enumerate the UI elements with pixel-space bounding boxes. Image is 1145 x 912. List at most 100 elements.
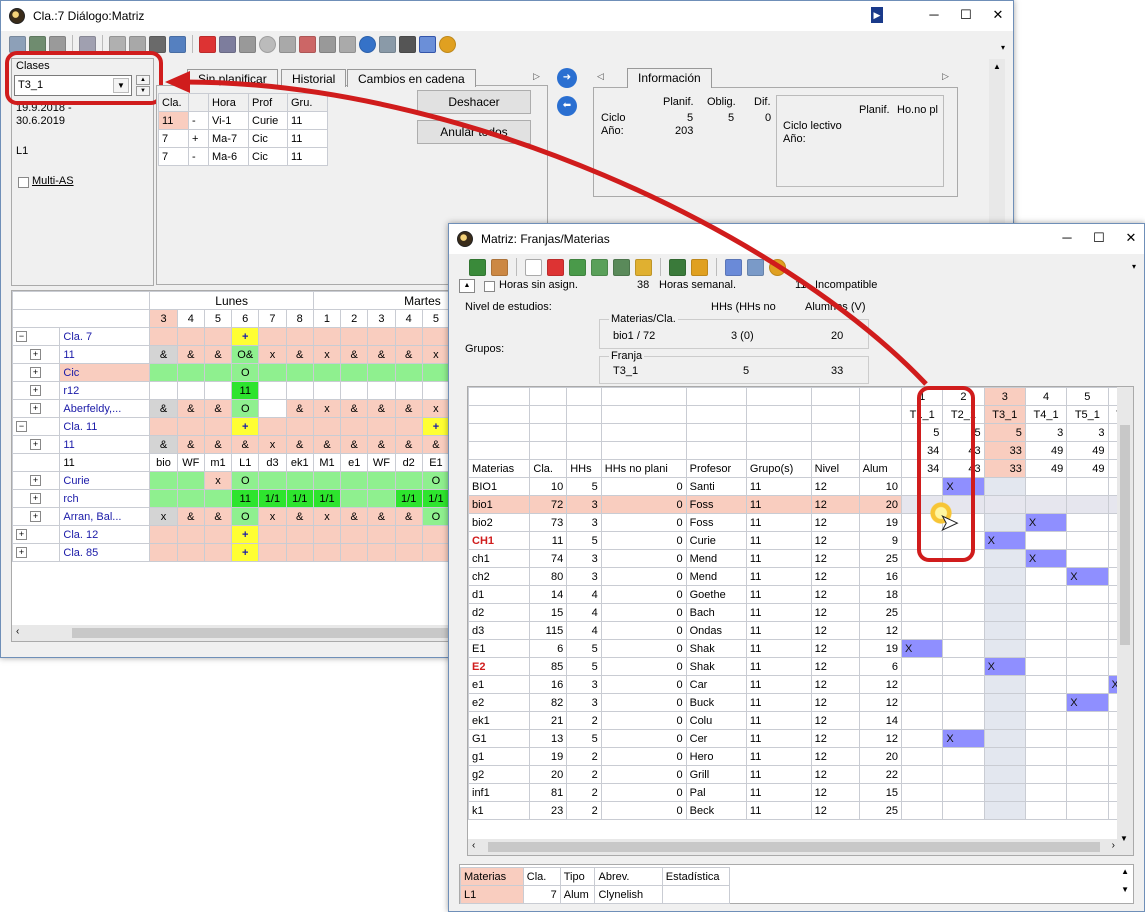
slot-cell[interactable] (983, 477, 1026, 496)
slot-cell[interactable] (983, 567, 1026, 586)
expand-icon[interactable]: + (30, 439, 41, 451)
scissors-icon[interactable] (49, 35, 66, 53)
timetable-cell[interactable]: O& (231, 345, 260, 364)
transfer-icon[interactable] (169, 35, 186, 53)
timetable-cell[interactable] (367, 489, 396, 508)
timetable-cell[interactable]: & (203, 399, 233, 418)
timetable-cell[interactable]: L1 (231, 453, 260, 472)
matrix-cell[interactable]: ek1 (468, 711, 531, 730)
matrix-cell[interactable]: Mend (685, 567, 747, 586)
detail-h-abrev[interactable]: Abrev. (594, 867, 663, 886)
col-gru[interactable]: Gru. (287, 93, 328, 112)
slot-cell[interactable] (983, 693, 1026, 712)
slot-cell[interactable] (1024, 675, 1068, 694)
timetable-cell[interactable]: x (312, 399, 342, 418)
timetable-cell[interactable]: 1/1 (421, 489, 448, 508)
tree-toggle[interactable]: + (12, 489, 61, 508)
matrix-cell[interactable]: d1 (468, 585, 531, 604)
timetable-cell[interactable]: 1/1 (394, 489, 423, 508)
matrix-cell[interactable]: 0 (600, 729, 687, 748)
matrix-cell[interactable]: 15 (529, 603, 568, 622)
timetable-cell[interactable] (312, 417, 342, 436)
period-header[interactable]: 2 (340, 309, 369, 328)
matrix-cell[interactable]: 5 (566, 729, 602, 748)
timetable-cell[interactable]: & (149, 399, 178, 418)
vertical-scrollbar[interactable]: ▼ (1117, 387, 1133, 855)
timetable-cell[interactable]: & (367, 345, 396, 364)
slot-cell[interactable] (983, 513, 1026, 532)
timetable-cell[interactable]: O (231, 399, 260, 418)
matrix-cell[interactable]: 19 (529, 747, 568, 766)
detail-h-estadistica[interactable]: Estadística (661, 867, 731, 886)
timetable-cell[interactable] (176, 525, 205, 544)
timetable-cell[interactable] (421, 543, 448, 562)
matrix-cell[interactable]: 85 (529, 657, 568, 676)
timetable-cell[interactable]: & (231, 435, 260, 454)
matrix-cell[interactable]: Curie (685, 531, 747, 550)
scroll-up-icon[interactable]: ▲ (989, 59, 1005, 75)
matrix-cell[interactable]: 0 (600, 513, 687, 532)
slot-header[interactable]: 33 (983, 459, 1026, 478)
slot-cell[interactable] (942, 765, 985, 784)
export-icon[interactable] (79, 35, 96, 53)
timetable-cell[interactable] (176, 363, 205, 382)
col-prof[interactable]: Prof (248, 93, 288, 112)
matrix-cell[interactable]: 12 (810, 621, 860, 640)
timetable-row[interactable]: −Cla. 11++!2! (12, 417, 448, 436)
timetable-cell[interactable] (367, 363, 396, 382)
tree-toggle[interactable]: + (12, 381, 61, 400)
slot-cell[interactable] (1066, 765, 1109, 784)
matrix-cell[interactable]: 3 (566, 495, 602, 514)
tree-label[interactable]: Cic (59, 363, 151, 382)
matrix-cell[interactable]: 11 (745, 801, 812, 820)
timetable-cell[interactable]: + (231, 327, 260, 346)
print-icon[interactable] (9, 35, 26, 53)
matrix-row[interactable]: d311540Ondas111212X (468, 621, 1133, 640)
slot-header[interactable]: 5 (1066, 387, 1109, 406)
slot-header[interactable]: 49 (1066, 459, 1109, 478)
timetable-cell[interactable]: & (394, 507, 423, 526)
slot-cell[interactable] (942, 693, 985, 712)
matrix-row[interactable]: ch2 80 3 0 Mend 11 12 16 X (468, 567, 1133, 586)
matrix-cell[interactable]: 16 (858, 567, 903, 586)
detail-h-materias[interactable]: Materias (460, 867, 524, 886)
timetable-cell[interactable]: x (421, 345, 448, 364)
timetable-cell[interactable] (285, 327, 314, 346)
check-icon[interactable] (419, 35, 436, 53)
matrix-cell[interactable]: 11 (745, 621, 812, 640)
expand-icon[interactable]: + (16, 529, 27, 541)
lock-icon[interactable] (129, 35, 146, 53)
slot-cell[interactable] (942, 783, 985, 802)
timetable-cell[interactable] (394, 471, 423, 490)
matrix-cell[interactable]: 0 (600, 675, 687, 694)
tab-sin-planificar[interactable]: Sin planificar (187, 69, 278, 87)
matrix-cell[interactable]: 3 (566, 567, 602, 586)
matrix-cell[interactable]: e1 (468, 675, 531, 694)
timetable-cell[interactable]: & (285, 507, 314, 526)
nav-forward-icon[interactable]: ➜ (557, 68, 577, 88)
scroll-right-icon[interactable]: › (1112, 840, 1115, 851)
matrix-cell[interactable]: 11 (745, 531, 812, 550)
timetable-row[interactable]: +Cla. 12+!1! (12, 525, 448, 544)
slot-cell[interactable]: X (901, 639, 944, 658)
matrix-cell[interactable]: 0 (600, 621, 687, 640)
matrix-cell[interactable]: 11 (745, 585, 812, 604)
timetable-cell[interactable]: O (231, 363, 260, 382)
matrix-row[interactable]: bio1 72 3 0 Foss 11 12 20 (468, 495, 1133, 514)
timetable-cell[interactable] (312, 543, 342, 562)
matrix-col-header[interactable]: Profesor (685, 459, 747, 478)
timetable-cell[interactable]: & (149, 435, 178, 454)
timetable-cell[interactable] (394, 417, 423, 436)
slot-cell[interactable] (942, 603, 985, 622)
matrix-cell[interactable]: e2 (468, 693, 531, 712)
matrix-col-header[interactable]: Cla. (529, 459, 568, 478)
slot-cell[interactable]: X (1024, 549, 1068, 568)
matrix-cell[interactable]: 12 (810, 603, 860, 622)
matrix-cell[interactable]: BIO1 (468, 477, 531, 496)
matrix-cell[interactable]: Cer (685, 729, 747, 748)
timetable-cell[interactable] (203, 327, 233, 346)
slot-cell[interactable] (983, 621, 1026, 640)
timetable-cell[interactable] (149, 489, 178, 508)
slot-cell[interactable] (1024, 747, 1068, 766)
timetable-cell[interactable] (367, 417, 396, 436)
